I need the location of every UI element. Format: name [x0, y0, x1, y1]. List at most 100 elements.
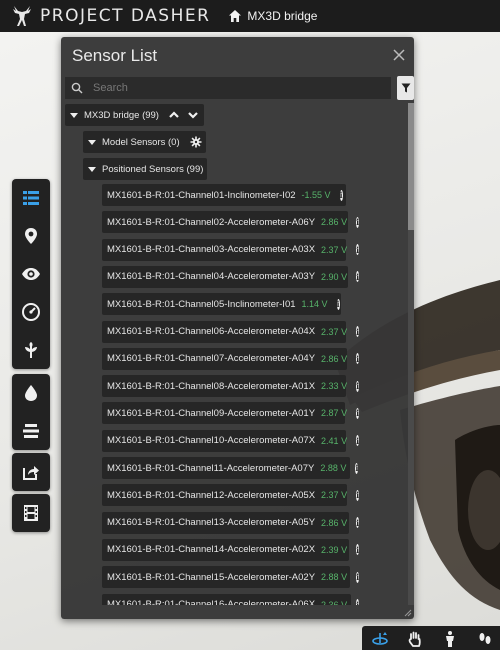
- info-icon[interactable]: i: [339, 189, 343, 201]
- sensor-row[interactable]: MX1601-B-R:01-Channel07-Accelerometer-A0…: [102, 347, 360, 370]
- sensor-row[interactable]: MX1601-B-R:01-Channel03-Accelerometer-A0…: [102, 238, 360, 261]
- sensor-value: 2.86 V: [321, 517, 348, 528]
- info-icon[interactable]: i: [356, 380, 360, 392]
- info-icon[interactable]: i: [356, 544, 360, 556]
- plant-button[interactable]: [12, 331, 50, 369]
- sensor-row[interactable]: MX1601-B-R:01-Channel11-Accelerometer-A0…: [102, 457, 359, 479]
- person-view-button[interactable]: [432, 626, 467, 650]
- info-icon[interactable]: i: [356, 216, 360, 228]
- tree-group-model-sensors[interactable]: Model Sensors (0): [83, 131, 206, 153]
- gear-icon: [190, 136, 202, 148]
- collapse-caret-icon[interactable]: [88, 166, 96, 172]
- sensor-name: MX1601-B-R:01-Channel02-Accelerometer-A0…: [107, 216, 316, 228]
- scrollbar[interactable]: [408, 103, 414, 605]
- sensor-value: 2.37 V: [321, 326, 348, 337]
- sensor-row[interactable]: MX1601-B-R:01-Channel08-Accelerometer-A0…: [102, 375, 360, 398]
- sensor-tree: MX3D bridge (99) Model Sensors (0) Posit…: [61, 103, 414, 605]
- orbit-button[interactable]: [362, 626, 397, 650]
- home-icon[interactable]: [228, 9, 242, 23]
- tool-group-share: [12, 453, 50, 491]
- sensor-value: 2.88 V: [320, 463, 347, 473]
- sensor-row[interactable]: MX1601-B-R:01-Channel13-Accelerometer-A0…: [102, 511, 360, 534]
- sensor-row[interactable]: MX1601-B-R:01-Channel05-Inclinometer-I01…: [102, 293, 341, 316]
- sensor-name: MX1601-B-R:01-Channel10-Accelerometer-A0…: [107, 435, 316, 447]
- move-up-button[interactable]: [166, 107, 182, 123]
- sensor-value: 2.39 V: [321, 544, 348, 555]
- location-button[interactable]: [12, 217, 50, 255]
- walk-button[interactable]: [467, 626, 500, 650]
- sensor-value: 2.90 V: [321, 271, 348, 282]
- info-icon[interactable]: i: [356, 353, 360, 365]
- deer-logo-icon: [13, 6, 31, 26]
- sensor-value: 2.86 V: [321, 353, 348, 364]
- sensor-row[interactable]: MX1601-B-R:01-Channel15-Accelerometer-A0…: [102, 566, 360, 589]
- sensor-name: MX1601-B-R:01-Channel06-Accelerometer-A0…: [107, 326, 316, 337]
- share-button[interactable]: [12, 453, 50, 491]
- share-icon: [23, 466, 39, 480]
- sensor-row[interactable]: MX1601-B-R:01-Channel14-Accelerometer-A0…: [102, 538, 360, 561]
- info-icon[interactable]: i: [355, 462, 359, 474]
- search-icon: [71, 82, 83, 94]
- layers-button[interactable]: [12, 412, 50, 450]
- sensor-name: MX1601-B-R:01-Channel12-Accelerometer-A0…: [107, 489, 316, 501]
- info-icon[interactable]: i: [356, 435, 360, 447]
- chevron-down-icon: [188, 112, 198, 119]
- sensor-name: MX1601-B-R:01-Channel07-Accelerometer-A0…: [107, 353, 316, 365]
- info-icon[interactable]: i: [356, 599, 360, 605]
- info-icon[interactable]: i: [356, 271, 360, 283]
- visibility-button[interactable]: [12, 255, 50, 293]
- sensor-value: 2.37 V: [321, 490, 348, 501]
- sensor-row[interactable]: MX1601-B-R:01-Channel01-Inclinometer-I02…: [102, 184, 346, 206]
- info-icon[interactable]: i: [356, 326, 360, 337]
- sensor-value: 2.36 V: [321, 599, 348, 606]
- sensor-name: MX1601-B-R:01-Channel15-Accelerometer-A0…: [107, 571, 316, 583]
- sensor-name: MX1601-B-R:01-Channel16-Accelerometer-A0…: [107, 599, 316, 605]
- collapse-caret-icon[interactable]: [70, 112, 78, 118]
- sensor-name: MX1601-B-R:01-Channel04-Accelerometer-A0…: [107, 271, 316, 283]
- eye-icon: [22, 268, 40, 280]
- filter-button[interactable]: [397, 76, 414, 100]
- info-icon[interactable]: i: [336, 298, 340, 310]
- film-icon: [24, 505, 38, 521]
- hand-pan-icon: [408, 631, 421, 647]
- search-input[interactable]: [93, 82, 383, 94]
- info-icon[interactable]: i: [356, 489, 360, 501]
- sensor-row[interactable]: MX1601-B-R:01-Channel04-Accelerometer-A0…: [102, 265, 360, 288]
- plant-icon: [25, 342, 37, 358]
- sensor-row[interactable]: MX1601-B-R:01-Channel10-Accelerometer-A0…: [102, 429, 360, 452]
- collapse-caret-icon[interactable]: [88, 139, 96, 145]
- resize-handle-icon[interactable]: [404, 609, 412, 617]
- sensor-value: 2.41 V: [321, 435, 348, 446]
- info-icon[interactable]: i: [356, 244, 360, 256]
- close-icon[interactable]: [392, 48, 406, 62]
- info-icon[interactable]: i: [356, 517, 360, 529]
- sensor-list-button[interactable]: [12, 179, 50, 217]
- footsteps-icon: [479, 633, 490, 644]
- tree-group-positioned-sensors[interactable]: Positioned Sensors (99): [83, 158, 207, 180]
- settings-button[interactable]: [188, 134, 204, 150]
- layers-icon: [23, 424, 39, 438]
- gauge-button[interactable]: [12, 293, 50, 331]
- sensor-row[interactable]: MX1601-B-R:01-Channel09-Accelerometer-A0…: [102, 402, 360, 425]
- film-button[interactable]: [12, 494, 50, 532]
- sensor-row[interactable]: MX1601-B-R:01-Channel16-Accelerometer-A0…: [102, 593, 360, 606]
- filter-icon: [401, 83, 410, 93]
- sensor-name: MX1601-B-R:01-Channel11-Accelerometer-A0…: [107, 462, 315, 474]
- move-down-button[interactable]: [185, 107, 201, 123]
- search-box: [64, 76, 392, 100]
- info-icon[interactable]: i: [356, 407, 360, 419]
- sensor-row[interactable]: MX1601-B-R:01-Channel06-Accelerometer-A0…: [102, 320, 360, 343]
- scrollbar-thumb[interactable]: [408, 103, 414, 230]
- location-pin-icon: [25, 228, 37, 244]
- tree-root[interactable]: MX3D bridge (99): [65, 104, 204, 126]
- sensor-row[interactable]: MX1601-B-R:01-Channel12-Accelerometer-A0…: [102, 484, 360, 507]
- water-button[interactable]: [12, 374, 50, 412]
- info-icon[interactable]: i: [356, 571, 360, 583]
- sensor-row[interactable]: MX1601-B-R:01-Channel02-Accelerometer-A0…: [102, 211, 360, 234]
- pan-button[interactable]: [397, 626, 432, 650]
- orbit-icon: [371, 632, 388, 645]
- tool-group-views: [12, 179, 50, 369]
- sensor-value: 1.14 V: [301, 299, 328, 310]
- search-row: [61, 75, 414, 101]
- project-name[interactable]: MX3D bridge: [247, 9, 317, 23]
